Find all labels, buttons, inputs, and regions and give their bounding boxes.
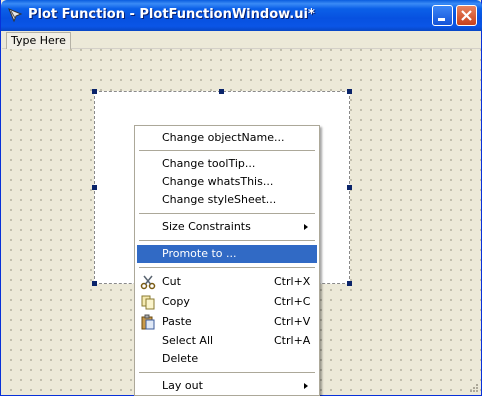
menu-item-shortcut: Ctrl+A xyxy=(274,334,311,347)
designer-window: Plot Function - PlotFunctionWindow.ui* T… xyxy=(0,0,482,396)
menu-item-shortcut: Ctrl+X xyxy=(274,275,311,288)
menu-item-label: Copy xyxy=(162,295,190,308)
close-icon xyxy=(461,10,472,21)
menu-item-promote-to[interactable]: Promote to ... xyxy=(137,245,317,263)
menu-item-shortcut: Ctrl+V xyxy=(274,315,311,328)
menu-item-label: Promote to ... xyxy=(162,247,237,260)
menu-item-label: Delete xyxy=(162,352,199,365)
window-title: Plot Function - PlotFunctionWindow.ui* xyxy=(28,7,315,22)
resize-handle-top-left[interactable] xyxy=(92,89,97,94)
minimize-button[interactable] xyxy=(432,5,453,26)
resize-handle-left[interactable] xyxy=(92,185,97,190)
menu-item-change-whatsthis[interactable]: Change whatsThis... xyxy=(137,173,317,191)
menu-item-change-objectname[interactable]: Change objectName... xyxy=(137,129,317,147)
menu-item-change-stylesheet[interactable]: Change styleSheet... xyxy=(137,191,317,209)
menu-item-label: Select All xyxy=(162,334,214,347)
menu-item-label: Size Constraints xyxy=(162,220,251,233)
menu-item-cut[interactable]: Cut Ctrl+X xyxy=(137,273,317,291)
minimize-icon xyxy=(438,18,445,21)
menu-item-label: Change styleSheet... xyxy=(162,193,277,206)
menu-separator xyxy=(139,267,315,268)
menu-separator xyxy=(139,372,315,373)
menu-item-size-constraints[interactable]: Size Constraints xyxy=(137,218,317,236)
paste-icon xyxy=(141,314,155,330)
resize-grip-icon[interactable] xyxy=(469,383,479,393)
qt-designer-icon xyxy=(8,8,23,23)
menu-separator xyxy=(139,150,315,151)
menu-item-lay-out[interactable]: Lay out xyxy=(137,377,317,395)
resize-handle-right[interactable] xyxy=(347,185,352,190)
menu-bar: Type Here xyxy=(2,31,481,50)
submenu-arrow-icon xyxy=(304,224,308,230)
menu-item-delete[interactable]: Delete xyxy=(137,350,317,368)
menu-item-label: Change toolTip... xyxy=(162,157,256,170)
close-button[interactable] xyxy=(456,5,477,26)
menu-item-label: Lay out xyxy=(162,379,203,392)
menu-item-label: Change objectName... xyxy=(162,131,285,144)
resize-handle-bottom-right[interactable] xyxy=(347,281,352,286)
menu-separator xyxy=(139,213,315,214)
submenu-arrow-icon xyxy=(304,383,308,389)
resize-handle-top-right[interactable] xyxy=(347,89,352,94)
menu-separator xyxy=(139,240,315,241)
menu-item-label: Change whatsThis... xyxy=(162,175,274,188)
menu-item-label: Cut xyxy=(162,275,181,288)
resize-handle-top[interactable] xyxy=(219,89,224,94)
menu-item-select-all[interactable]: Select All Ctrl+A xyxy=(137,332,317,350)
copy-icon xyxy=(141,295,155,310)
menu-item-label: Paste xyxy=(162,315,192,328)
scissors-icon xyxy=(140,275,156,290)
menu-item-paste[interactable]: Paste Ctrl+V xyxy=(137,313,317,331)
title-bar[interactable]: Plot Function - PlotFunctionWindow.ui* xyxy=(1,0,482,31)
menu-item-shortcut: Ctrl+C xyxy=(274,295,311,308)
menu-item-copy[interactable]: Copy Ctrl+C xyxy=(137,293,317,311)
menu-item-change-tooltip[interactable]: Change toolTip... xyxy=(137,155,317,173)
resize-handle-bottom-left[interactable] xyxy=(92,281,97,286)
menubar-type-here[interactable]: Type Here xyxy=(6,32,71,50)
context-menu: Change objectName... Change toolTip... C… xyxy=(134,125,320,396)
